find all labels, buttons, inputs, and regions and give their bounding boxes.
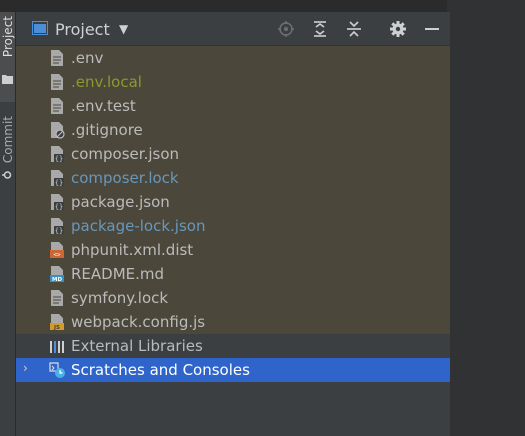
view-dropdown-caret[interactable]: ▼: [119, 22, 128, 36]
top-strip: [0, 0, 525, 12]
tree-item-scratches[interactable]: › Scratches and Consoles: [16, 358, 450, 382]
file-name: phpunit.xml.dist: [71, 241, 194, 259]
json-file-icon: {}: [51, 146, 64, 163]
file-name: composer.json: [71, 145, 180, 163]
left-tool-rail: Project Commit: [0, 12, 16, 436]
svg-text:<>: <>: [53, 252, 61, 259]
list-item[interactable]: .env.test: [16, 94, 450, 118]
file-name: .env.test: [71, 97, 136, 115]
list-item[interactable]: {} package-lock.json: [16, 214, 450, 238]
library-icon: [50, 341, 64, 353]
ignore-file-icon: [51, 122, 65, 139]
text-file-icon: [51, 290, 63, 306]
external-libraries-label: External Libraries: [71, 337, 203, 355]
expand-all-icon[interactable]: [310, 19, 330, 39]
list-item[interactable]: {} composer.json: [16, 142, 450, 166]
file-name: .gitignore: [71, 121, 143, 139]
editor-area: [450, 12, 525, 436]
list-item[interactable]: .env: [16, 46, 450, 70]
tab-project[interactable]: Project: [0, 12, 15, 102]
list-item[interactable]: JS webpack.config.js: [16, 310, 450, 334]
project-panel: Project ▼ .env .env.local .env.test .git…: [16, 12, 450, 436]
file-name: README.md: [71, 265, 165, 283]
text-file-icon: [51, 74, 63, 90]
file-name: package.json: [71, 193, 170, 211]
panel-header: Project ▼: [16, 12, 450, 46]
json-file-icon: {}: [51, 194, 64, 211]
list-item[interactable]: .gitignore: [16, 118, 450, 142]
tab-project-label: Project: [1, 16, 15, 58]
svg-text:{}: {}: [55, 227, 63, 235]
list-item[interactable]: <> phpunit.xml.dist: [16, 238, 450, 262]
locate-icon[interactable]: [276, 19, 296, 39]
gear-icon[interactable]: [388, 19, 408, 39]
xml-file-icon: <>: [50, 242, 64, 259]
tab-commit[interactable]: Commit: [0, 112, 15, 212]
svg-text:JS: JS: [53, 325, 60, 331]
file-name: symfony.lock: [71, 289, 169, 307]
project-window-icon: [32, 21, 48, 35]
list-item[interactable]: symfony.lock: [16, 286, 450, 310]
file-name: webpack.config.js: [71, 313, 206, 331]
svg-text:{}: {}: [55, 203, 63, 211]
file-name: .env.local: [71, 73, 142, 91]
list-item[interactable]: {} package.json: [16, 190, 450, 214]
file-name: package-lock.json: [71, 217, 206, 235]
scratches-icon: [49, 362, 65, 378]
markdown-file-icon: MD: [50, 266, 64, 283]
svg-text:{}: {}: [55, 155, 63, 163]
chevron-right-icon[interactable]: ›: [23, 361, 28, 375]
panel-title[interactable]: Project: [55, 20, 110, 39]
commit-icon: [2, 171, 12, 179]
file-name: composer.lock: [71, 169, 179, 187]
file-tree: .env .env.local .env.test .gitignore {} …: [16, 46, 450, 436]
text-file-icon: [51, 50, 63, 66]
collapse-all-icon[interactable]: [344, 19, 364, 39]
list-item[interactable]: MD README.md: [16, 262, 450, 286]
scratches-label: Scratches and Consoles: [71, 361, 250, 379]
folder-icon: [2, 75, 13, 84]
json-file-icon: {}: [51, 170, 64, 187]
javascript-file-icon: JS: [50, 314, 64, 331]
tree-item-external-libraries[interactable]: External Libraries: [16, 334, 450, 358]
file-name: .env: [71, 49, 104, 67]
minimize-icon[interactable]: [422, 19, 442, 39]
json-file-icon: {}: [51, 218, 64, 235]
svg-text:MD: MD: [52, 277, 62, 283]
list-item[interactable]: {} composer.lock: [16, 166, 450, 190]
list-item[interactable]: .env.local: [16, 70, 450, 94]
tab-commit-label: Commit: [1, 116, 15, 164]
text-file-icon: [51, 98, 63, 114]
svg-text:{}: {}: [55, 179, 63, 187]
